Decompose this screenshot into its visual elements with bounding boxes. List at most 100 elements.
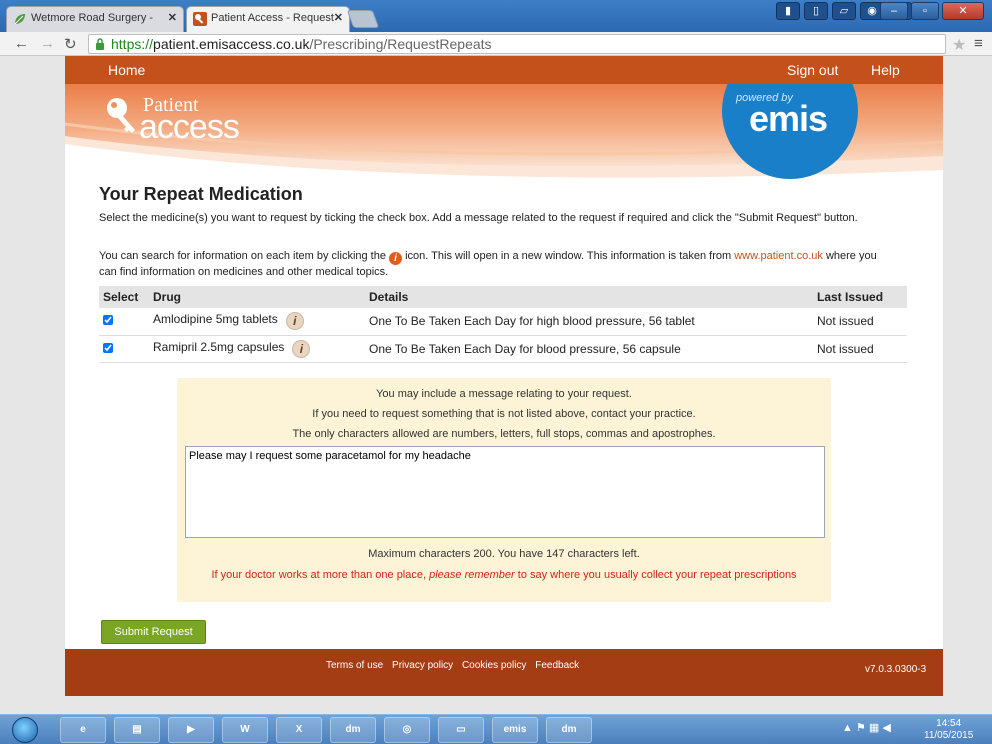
close-window-button[interactable]: ✕ xyxy=(942,2,984,20)
leaf-icon xyxy=(13,12,27,26)
chrome-icon[interactable]: ◎ xyxy=(384,717,430,743)
excel-icon[interactable]: X xyxy=(276,717,322,743)
emis-wordmark: emis xyxy=(749,98,828,139)
page-title: Your Repeat Medication xyxy=(99,184,303,204)
window-controls: – ▫ ✕ xyxy=(880,2,984,20)
cookies-policy-link[interactable]: Cookies policy xyxy=(462,660,526,671)
info-text-part: icon. This will open in a new window. Th… xyxy=(402,250,735,262)
clock-time: 14:54 xyxy=(936,718,962,729)
folder-app-icon[interactable]: ▭ xyxy=(438,717,484,743)
message-hint-line: If you need to request something that is… xyxy=(312,408,696,420)
minimize-button[interactable]: – xyxy=(880,2,908,20)
last-issued: Not issued xyxy=(813,308,907,336)
column-header-drug: Drug xyxy=(149,286,365,308)
drug-name: Amlodipine 5mg tablets xyxy=(153,312,278,327)
emis-logo: powered by emis xyxy=(722,84,858,179)
select-checkbox[interactable] xyxy=(103,315,113,326)
instructions-text: Select the medicine(s) you want to reque… xyxy=(99,212,858,224)
info-icon: i xyxy=(389,252,403,265)
warning-text-part: to say where you usually collect your re… xyxy=(514,569,797,581)
new-tab-button[interactable] xyxy=(346,10,380,28)
drug-name: Ramipril 2.5mg capsules xyxy=(153,339,285,354)
address-bar: ← → ↻ https://patient.emisaccess.co.uk/P… xyxy=(0,32,992,56)
sign-out-link[interactable]: Sign out xyxy=(787,62,838,78)
show-hidden-icons-icon[interactable]: ▲ xyxy=(842,722,853,734)
help-link[interactable]: Help xyxy=(871,62,900,78)
info-icon[interactable]: i xyxy=(292,339,311,358)
patient-co-uk-link[interactable]: www.patient.co.uk xyxy=(734,250,823,262)
footer: Terms of use Privacy policy Cookies poli… xyxy=(65,649,943,696)
collection-warning: If your doctor works at more than one pl… xyxy=(197,568,811,583)
submit-request-button[interactable]: Submit Request xyxy=(101,620,206,644)
volume-icon[interactable]: ◀ xyxy=(882,722,890,734)
browser-tab-wetmore[interactable]: Wetmore Road Surgery - ✕ xyxy=(6,6,184,32)
home-link[interactable]: Home xyxy=(108,62,145,78)
top-nav: Home Sign out Help xyxy=(65,56,943,84)
dm-app-icon[interactable]: dm xyxy=(330,717,376,743)
browser-tab-patient-access[interactable]: Patient Access - Request ✕ xyxy=(186,6,350,32)
bookmark-icon[interactable]: ▮ xyxy=(776,2,800,20)
url-path: /Prescribing/RequestRepeats xyxy=(309,36,492,52)
privacy-policy-link[interactable]: Privacy policy xyxy=(392,660,453,671)
table-row: Amlodipine 5mg tablets i One To Be Taken … xyxy=(99,308,907,336)
reload-icon[interactable]: ↻ xyxy=(64,35,77,53)
browser-tab-bar: Wetmore Road Surgery - ✕ Patient Access … xyxy=(0,0,992,32)
info-icon[interactable]: i xyxy=(285,312,304,331)
system-tray: ▲ ⚑ ▦ ◀ xyxy=(842,721,891,734)
close-icon[interactable]: ✕ xyxy=(168,11,177,24)
info-instructions: You can search for information on each i… xyxy=(99,249,879,279)
network-icon[interactable]: ▦ xyxy=(869,722,879,734)
internet-explorer-icon[interactable]: e xyxy=(60,717,106,743)
column-header-last-issued: Last Issued xyxy=(813,286,907,308)
info-text-part: You can search for information on each i… xyxy=(99,250,390,262)
message-hint-line: The only characters allowed are numbers,… xyxy=(292,428,716,440)
taskbar: e ▤ ▶ W X dm ◎ ▭ emis Web dm ▲ ⚑ ▦ ◀ 14:… xyxy=(0,714,992,744)
page: Home Sign out Help Patient access powere… xyxy=(65,56,943,696)
patient-access-icon xyxy=(193,12,207,26)
folder-icon[interactable]: ▱ xyxy=(832,2,856,20)
table-row: Ramipril 2.5mg capsules i One To Be Taken… xyxy=(99,335,907,363)
restore-button[interactable]: ▫ xyxy=(911,2,939,20)
terms-of-use-link[interactable]: Terms of use xyxy=(326,660,383,671)
url-field[interactable]: https://patient.emisaccess.co.uk/Prescri… xyxy=(88,34,946,54)
clock-date: 11/05/2015 xyxy=(924,730,974,741)
message-hint-line: You may include a message relating to yo… xyxy=(376,388,632,400)
medication-table: Select Drug Details Last Issued Amlodipi… xyxy=(99,286,907,363)
url-scheme: https:// xyxy=(111,36,154,52)
lock-icon xyxy=(96,38,104,50)
close-icon[interactable]: ✕ xyxy=(334,11,343,24)
back-arrow-icon[interactable]: ← xyxy=(14,35,29,52)
logo-word-access: access xyxy=(139,108,240,146)
message-panel: You may include a message relating to yo… xyxy=(177,378,831,602)
menu-icon[interactable]: ≡ xyxy=(974,35,983,52)
tab-title: Wetmore Road Surgery - xyxy=(31,12,154,24)
start-button[interactable] xyxy=(12,717,38,743)
column-header-details: Details xyxy=(365,286,813,308)
key-icon xyxy=(107,98,135,133)
word-icon[interactable]: W xyxy=(222,717,268,743)
message-textarea[interactable] xyxy=(185,446,825,538)
footer-links: Terms of use Privacy policy Cookies poli… xyxy=(326,660,585,671)
forward-arrow-icon[interactable]: → xyxy=(40,35,55,52)
version-text: v7.0.3.0300-3 xyxy=(865,664,927,675)
dm-app-icon[interactable]: dm xyxy=(546,717,592,743)
warning-emphasis: please remember xyxy=(429,569,515,581)
header-banner: Patient access powered by emis xyxy=(65,84,943,184)
character-counter: Maximum characters 200. You have 147 cha… xyxy=(368,548,640,560)
warning-text-part: If your doctor works at more than one pl… xyxy=(211,569,430,581)
star-icon[interactable]: ★ xyxy=(952,35,966,55)
drug-details: One To Be Taken Each Day for high blood … xyxy=(365,308,813,336)
url-host: patient.emisaccess.co.uk xyxy=(153,36,310,52)
table-header-row: Select Drug Details Last Issued xyxy=(99,286,907,308)
select-checkbox[interactable] xyxy=(103,342,113,353)
tab-title: Patient Access - Request xyxy=(211,12,334,24)
page-icon[interactable]: ▯ xyxy=(804,2,828,20)
flag-icon[interactable]: ⚑ xyxy=(856,722,866,734)
drug-details: One To Be Taken Each Day for blood press… xyxy=(365,335,813,363)
file-explorer-icon[interactable]: ▤ xyxy=(114,717,160,743)
clock[interactable]: 14:54 11/05/2015 xyxy=(924,718,973,742)
column-header-select: Select xyxy=(99,286,149,308)
emis-web-icon[interactable]: emis Web xyxy=(492,717,538,743)
feedback-link[interactable]: Feedback xyxy=(535,660,579,671)
media-player-icon[interactable]: ▶ xyxy=(168,717,214,743)
